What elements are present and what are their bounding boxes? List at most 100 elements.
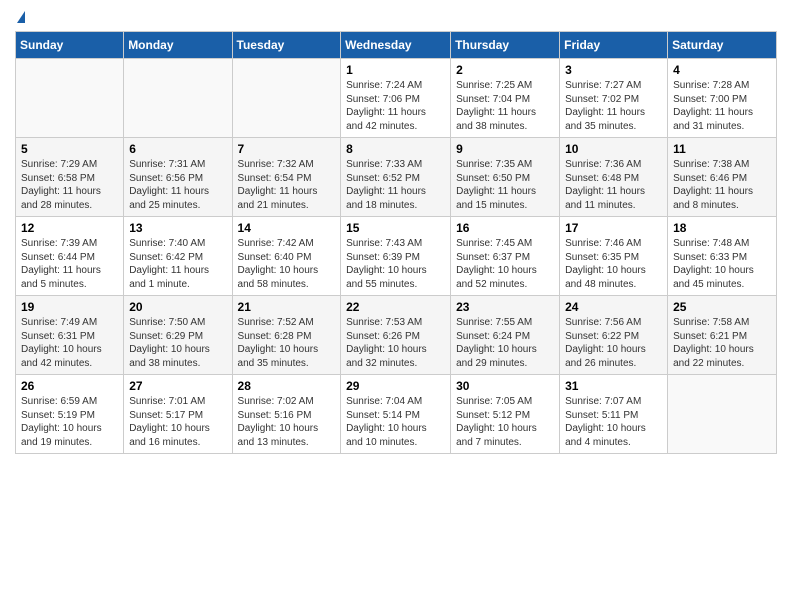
day-number: 24 bbox=[565, 300, 662, 314]
day-number: 27 bbox=[129, 379, 226, 393]
day-info: Sunrise: 7:45 AM Sunset: 6:37 PM Dayligh… bbox=[456, 237, 554, 291]
day-number: 9 bbox=[456, 142, 554, 156]
logo bbox=[15, 15, 25, 23]
day-number: 30 bbox=[456, 379, 554, 393]
calendar-cell: 26 Sunrise: 6:59 AM Sunset: 5:19 PM Dayli… bbox=[16, 375, 124, 454]
day-number: 1 bbox=[346, 63, 445, 77]
calendar-cell: 7Sunrise: 7:32 AM Sunset: 6:54 PM Daylig… bbox=[232, 138, 341, 217]
day-info: Sunrise: 7:42 AM Sunset: 6:40 PM Dayligh… bbox=[238, 237, 336, 291]
logo-triangle-icon bbox=[17, 11, 25, 23]
day-info: Sunrise: 7:56 AM Sunset: 6:22 PM Dayligh… bbox=[565, 316, 662, 370]
day-number: 8 bbox=[346, 142, 445, 156]
day-info: Sunrise: 6:59 AM Sunset: 5:19 PM Dayligh… bbox=[21, 395, 118, 449]
weekday-header-monday: Monday bbox=[124, 32, 232, 59]
calendar-cell: 31 Sunrise: 7:07 AM Sunset: 5:11 PM Dayli… bbox=[560, 375, 668, 454]
calendar-cell: 25 Sunrise: 7:58 AM Sunset: 6:21 PM Dayli… bbox=[668, 296, 777, 375]
day-number: 10 bbox=[565, 142, 662, 156]
day-info: Sunrise: 7:02 AM Sunset: 5:16 PM Dayligh… bbox=[238, 395, 336, 449]
day-info: Sunrise: 7:05 AM Sunset: 5:12 PM Dayligh… bbox=[456, 395, 554, 449]
calendar-week-4: 19 Sunrise: 7:49 AM Sunset: 6:31 PM Dayli… bbox=[16, 296, 777, 375]
calendar-cell: 29 Sunrise: 7:04 AM Sunset: 5:14 PM Dayli… bbox=[341, 375, 451, 454]
day-number: 28 bbox=[238, 379, 336, 393]
calendar-cell: 1 Sunrise: 7:24 AM Sunset: 7:06 PM Daylig… bbox=[341, 59, 451, 138]
calendar-cell: 14 Sunrise: 7:42 AM Sunset: 6:40 PM Dayli… bbox=[232, 217, 341, 296]
day-number: 14 bbox=[238, 221, 336, 235]
calendar-cell: 15 Sunrise: 7:43 AM Sunset: 6:39 PM Dayli… bbox=[341, 217, 451, 296]
page-header bbox=[15, 15, 777, 23]
day-info: Sunrise: 7:48 AM Sunset: 6:33 PM Dayligh… bbox=[673, 237, 771, 291]
calendar-cell: 22Sunrise: 7:53 AM Sunset: 6:26 PM Dayli… bbox=[341, 296, 451, 375]
calendar-cell: 27 Sunrise: 7:01 AM Sunset: 5:17 PM Dayli… bbox=[124, 375, 232, 454]
day-number: 17 bbox=[565, 221, 662, 235]
weekday-header-sunday: Sunday bbox=[16, 32, 124, 59]
calendar-cell: 12Sunrise: 7:39 AM Sunset: 6:44 PM Dayli… bbox=[16, 217, 124, 296]
day-info: Sunrise: 7:33 AM Sunset: 6:52 PM Dayligh… bbox=[346, 158, 445, 212]
day-number: 23 bbox=[456, 300, 554, 314]
day-info: Sunrise: 7:40 AM Sunset: 6:42 PM Dayligh… bbox=[129, 237, 226, 291]
day-info: Sunrise: 7:01 AM Sunset: 5:17 PM Dayligh… bbox=[129, 395, 226, 449]
day-info: Sunrise: 7:32 AM Sunset: 6:54 PM Dayligh… bbox=[238, 158, 336, 212]
day-info: Sunrise: 7:25 AM Sunset: 7:04 PM Dayligh… bbox=[456, 79, 554, 133]
weekday-header-row: SundayMondayTuesdayWednesdayThursdayFrid… bbox=[16, 32, 777, 59]
day-info: Sunrise: 7:58 AM Sunset: 6:21 PM Dayligh… bbox=[673, 316, 771, 370]
weekday-header-wednesday: Wednesday bbox=[341, 32, 451, 59]
day-number: 29 bbox=[346, 379, 445, 393]
day-number: 21 bbox=[238, 300, 336, 314]
day-number: 26 bbox=[21, 379, 118, 393]
calendar-cell: 23Sunrise: 7:55 AM Sunset: 6:24 PM Dayli… bbox=[451, 296, 560, 375]
calendar-cell: 21Sunrise: 7:52 AM Sunset: 6:28 PM Dayli… bbox=[232, 296, 341, 375]
calendar-cell: 28 Sunrise: 7:02 AM Sunset: 5:16 PM Dayli… bbox=[232, 375, 341, 454]
day-info: Sunrise: 7:24 AM Sunset: 7:06 PM Dayligh… bbox=[346, 79, 445, 133]
day-number: 16 bbox=[456, 221, 554, 235]
day-number: 11 bbox=[673, 142, 771, 156]
day-info: Sunrise: 7:38 AM Sunset: 6:46 PM Dayligh… bbox=[673, 158, 771, 212]
day-info: Sunrise: 7:04 AM Sunset: 5:14 PM Dayligh… bbox=[346, 395, 445, 449]
calendar-week-2: 5Sunrise: 7:29 AM Sunset: 6:58 PM Daylig… bbox=[16, 138, 777, 217]
calendar-week-3: 12Sunrise: 7:39 AM Sunset: 6:44 PM Dayli… bbox=[16, 217, 777, 296]
calendar-cell: 3 Sunrise: 7:27 AM Sunset: 7:02 PM Daylig… bbox=[560, 59, 668, 138]
day-number: 6 bbox=[129, 142, 226, 156]
calendar-cell: 17 Sunrise: 7:46 AM Sunset: 6:35 PM Dayli… bbox=[560, 217, 668, 296]
calendar-cell: 2 Sunrise: 7:25 AM Sunset: 7:04 PM Daylig… bbox=[451, 59, 560, 138]
day-info: Sunrise: 7:35 AM Sunset: 6:50 PM Dayligh… bbox=[456, 158, 554, 212]
day-number: 4 bbox=[673, 63, 771, 77]
day-info: Sunrise: 7:07 AM Sunset: 5:11 PM Dayligh… bbox=[565, 395, 662, 449]
day-number: 19 bbox=[21, 300, 118, 314]
day-number: 22 bbox=[346, 300, 445, 314]
calendar-cell: 9 Sunrise: 7:35 AM Sunset: 6:50 PM Daylig… bbox=[451, 138, 560, 217]
day-number: 15 bbox=[346, 221, 445, 235]
calendar-cell bbox=[232, 59, 341, 138]
calendar-cell: 30 Sunrise: 7:05 AM Sunset: 5:12 PM Dayli… bbox=[451, 375, 560, 454]
calendar-cell bbox=[668, 375, 777, 454]
weekday-header-friday: Friday bbox=[560, 32, 668, 59]
day-number: 5 bbox=[21, 142, 118, 156]
day-info: Sunrise: 7:27 AM Sunset: 7:02 PM Dayligh… bbox=[565, 79, 662, 133]
day-number: 31 bbox=[565, 379, 662, 393]
day-info: Sunrise: 7:43 AM Sunset: 6:39 PM Dayligh… bbox=[346, 237, 445, 291]
weekday-header-saturday: Saturday bbox=[668, 32, 777, 59]
calendar-cell: 5Sunrise: 7:29 AM Sunset: 6:58 PM Daylig… bbox=[16, 138, 124, 217]
calendar-cell: 24 Sunrise: 7:56 AM Sunset: 6:22 PM Dayli… bbox=[560, 296, 668, 375]
calendar-cell: 13 Sunrise: 7:40 AM Sunset: 6:42 PM Dayli… bbox=[124, 217, 232, 296]
day-number: 20 bbox=[129, 300, 226, 314]
day-number: 13 bbox=[129, 221, 226, 235]
day-number: 25 bbox=[673, 300, 771, 314]
day-number: 18 bbox=[673, 221, 771, 235]
calendar-week-5: 26 Sunrise: 6:59 AM Sunset: 5:19 PM Dayli… bbox=[16, 375, 777, 454]
day-info: Sunrise: 7:36 AM Sunset: 6:48 PM Dayligh… bbox=[565, 158, 662, 212]
day-number: 3 bbox=[565, 63, 662, 77]
day-info: Sunrise: 7:49 AM Sunset: 6:31 PM Dayligh… bbox=[21, 316, 118, 370]
calendar-body: 1 Sunrise: 7:24 AM Sunset: 7:06 PM Daylig… bbox=[16, 59, 777, 454]
calendar-cell: 10 Sunrise: 7:36 AM Sunset: 6:48 PM Dayli… bbox=[560, 138, 668, 217]
day-info: Sunrise: 7:50 AM Sunset: 6:29 PM Dayligh… bbox=[129, 316, 226, 370]
calendar-cell: 11 Sunrise: 7:38 AM Sunset: 6:46 PM Dayli… bbox=[668, 138, 777, 217]
day-number: 2 bbox=[456, 63, 554, 77]
calendar-cell: 18 Sunrise: 7:48 AM Sunset: 6:33 PM Dayli… bbox=[668, 217, 777, 296]
calendar-week-1: 1 Sunrise: 7:24 AM Sunset: 7:06 PM Daylig… bbox=[16, 59, 777, 138]
calendar-table: SundayMondayTuesdayWednesdayThursdayFrid… bbox=[15, 31, 777, 454]
day-info: Sunrise: 7:39 AM Sunset: 6:44 PM Dayligh… bbox=[21, 237, 118, 291]
calendar-cell: 8 Sunrise: 7:33 AM Sunset: 6:52 PM Daylig… bbox=[341, 138, 451, 217]
weekday-header-thursday: Thursday bbox=[451, 32, 560, 59]
calendar-cell: 19 Sunrise: 7:49 AM Sunset: 6:31 PM Dayli… bbox=[16, 296, 124, 375]
day-info: Sunrise: 7:46 AM Sunset: 6:35 PM Dayligh… bbox=[565, 237, 662, 291]
